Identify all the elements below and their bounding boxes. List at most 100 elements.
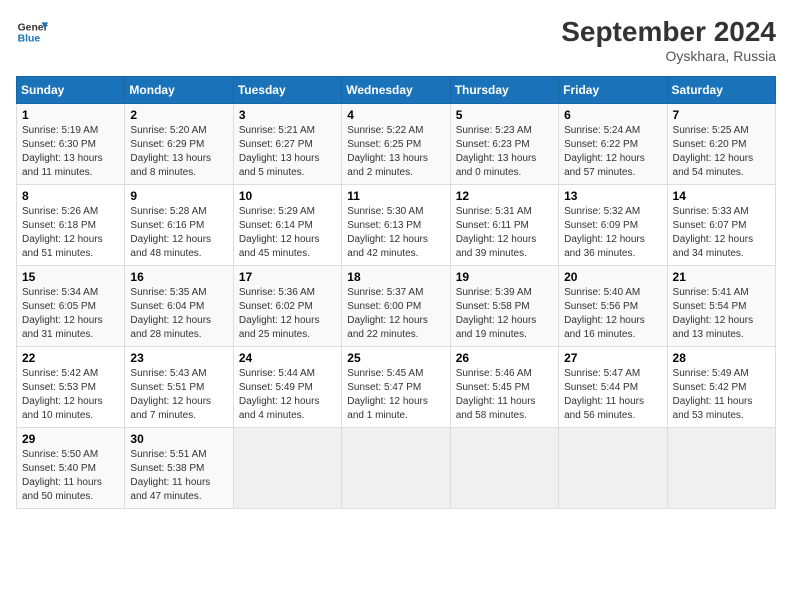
table-row: 19 Sunrise: 5:39 AMSunset: 5:58 PMDayligh… (450, 266, 558, 347)
day-number: 22 (22, 351, 119, 365)
table-row (233, 428, 341, 509)
day-info: Sunrise: 5:37 AMSunset: 6:00 PMDaylight:… (347, 286, 444, 342)
table-row: 22 Sunrise: 5:42 AMSunset: 5:53 PMDayligh… (17, 347, 125, 428)
day-info: Sunrise: 5:21 AMSunset: 6:27 PMDaylight:… (239, 124, 336, 180)
table-row: 14 Sunrise: 5:33 AMSunset: 6:07 PMDayligh… (667, 185, 775, 266)
day-number: 10 (239, 189, 336, 203)
day-number: 19 (456, 270, 553, 284)
table-row: 15Sunrise: 5:34 AMSunset: 6:05 PMDayligh… (17, 266, 125, 347)
page-header: General Blue September 2024 Oyskhara, Ru… (16, 16, 776, 64)
day-info: Sunrise: 5:41 AMSunset: 5:54 PMDaylight:… (673, 286, 770, 342)
day-number: 3 (239, 108, 336, 122)
table-row (342, 428, 450, 509)
day-number: 24 (239, 351, 336, 365)
day-number: 17 (239, 270, 336, 284)
day-info: Sunrise: 5:22 AMSunset: 6:25 PMDaylight:… (347, 124, 444, 180)
table-row: 21 Sunrise: 5:41 AMSunset: 5:54 PMDayligh… (667, 266, 775, 347)
day-number: 23 (130, 351, 227, 365)
day-info: Sunrise: 5:33 AMSunset: 6:07 PMDaylight:… (673, 205, 770, 261)
table-row: 13Sunrise: 5:32 AMSunset: 6:09 PMDayligh… (559, 185, 667, 266)
day-number: 16 (130, 270, 227, 284)
day-info: Sunrise: 5:43 AMSunset: 5:51 PMDaylight:… (130, 367, 227, 423)
table-row: 7 Sunrise: 5:25 AMSunset: 6:20 PMDaylight… (667, 104, 775, 185)
table-row: 26 Sunrise: 5:46 AMSunset: 5:45 PMDayligh… (450, 347, 558, 428)
table-row: 3 Sunrise: 5:21 AMSunset: 6:27 PMDaylight… (233, 104, 341, 185)
day-number: 26 (456, 351, 553, 365)
col-sunday: Sunday (17, 77, 125, 104)
calendar-table: Sunday Monday Tuesday Wednesday Thursday… (16, 76, 776, 509)
day-number: 28 (673, 351, 770, 365)
col-saturday: Saturday (667, 77, 775, 104)
day-number: 12 (456, 189, 553, 203)
day-number: 1 (22, 108, 119, 122)
day-info: Sunrise: 5:51 AMSunset: 5:38 PMDaylight:… (130, 448, 227, 504)
table-row: 9 Sunrise: 5:28 AMSunset: 6:16 PMDaylight… (125, 185, 233, 266)
table-row: 30 Sunrise: 5:51 AMSunset: 5:38 PMDayligh… (125, 428, 233, 509)
day-number: 8 (22, 189, 119, 203)
col-tuesday: Tuesday (233, 77, 341, 104)
col-friday: Friday (559, 77, 667, 104)
day-info: Sunrise: 5:35 AMSunset: 6:04 PMDaylight:… (130, 286, 227, 342)
table-row: 10 Sunrise: 5:29 AMSunset: 6:14 PMDayligh… (233, 185, 341, 266)
day-number: 5 (456, 108, 553, 122)
table-row: 16 Sunrise: 5:35 AMSunset: 6:04 PMDayligh… (125, 266, 233, 347)
table-row: 24 Sunrise: 5:44 AMSunset: 5:49 PMDayligh… (233, 347, 341, 428)
calendar-week-1: 1Sunrise: 5:19 AMSunset: 6:30 PMDaylight… (17, 104, 776, 185)
day-info: Sunrise: 5:49 AMSunset: 5:42 PMDaylight:… (673, 367, 770, 423)
table-row: 5Sunrise: 5:23 AMSunset: 6:23 PMDaylight… (450, 104, 558, 185)
day-info: Sunrise: 5:20 AMSunset: 6:29 PMDaylight:… (130, 124, 227, 180)
day-info: Sunrise: 5:47 AMSunset: 5:44 PMDaylight:… (564, 367, 661, 423)
table-row: 6 Sunrise: 5:24 AMSunset: 6:22 PMDaylight… (559, 104, 667, 185)
table-row: 29Sunrise: 5:50 AMSunset: 5:40 PMDayligh… (17, 428, 125, 509)
table-row (559, 428, 667, 509)
day-number: 29 (22, 432, 119, 446)
month-title: September 2024 (561, 16, 776, 48)
svg-text:Blue: Blue (18, 34, 41, 45)
table-row (667, 428, 775, 509)
day-number: 11 (347, 189, 444, 203)
day-info: Sunrise: 5:39 AMSunset: 5:58 PMDaylight:… (456, 286, 553, 342)
day-info: Sunrise: 5:36 AMSunset: 6:02 PMDaylight:… (239, 286, 336, 342)
col-wednesday: Wednesday (342, 77, 450, 104)
day-info: Sunrise: 5:34 AMSunset: 6:05 PMDaylight:… (22, 286, 119, 342)
day-info: Sunrise: 5:32 AMSunset: 6:09 PMDaylight:… (564, 205, 661, 261)
day-number: 4 (347, 108, 444, 122)
table-row (450, 428, 558, 509)
day-number: 21 (673, 270, 770, 284)
day-number: 6 (564, 108, 661, 122)
day-number: 20 (564, 270, 661, 284)
day-info: Sunrise: 5:40 AMSunset: 5:56 PMDaylight:… (564, 286, 661, 342)
logo-icon: General Blue (16, 16, 48, 48)
day-info: Sunrise: 5:26 AMSunset: 6:18 PMDaylight:… (22, 205, 119, 261)
day-info: Sunrise: 5:42 AMSunset: 5:53 PMDaylight:… (22, 367, 119, 423)
table-row: 12Sunrise: 5:31 AMSunset: 6:11 PMDayligh… (450, 185, 558, 266)
table-row: 11 Sunrise: 5:30 AMSunset: 6:13 PMDayligh… (342, 185, 450, 266)
day-info: Sunrise: 5:46 AMSunset: 5:45 PMDaylight:… (456, 367, 553, 423)
table-row: 17 Sunrise: 5:36 AMSunset: 6:02 PMDayligh… (233, 266, 341, 347)
day-info: Sunrise: 5:44 AMSunset: 5:49 PMDaylight:… (239, 367, 336, 423)
calendar-week-3: 15Sunrise: 5:34 AMSunset: 6:05 PMDayligh… (17, 266, 776, 347)
day-number: 18 (347, 270, 444, 284)
day-info: Sunrise: 5:30 AMSunset: 6:13 PMDaylight:… (347, 205, 444, 261)
col-thursday: Thursday (450, 77, 558, 104)
day-number: 9 (130, 189, 227, 203)
logo: General Blue (16, 16, 48, 48)
day-number: 7 (673, 108, 770, 122)
table-row: 1Sunrise: 5:19 AMSunset: 6:30 PMDaylight… (17, 104, 125, 185)
day-info: Sunrise: 5:28 AMSunset: 6:16 PMDaylight:… (130, 205, 227, 261)
day-info: Sunrise: 5:45 AMSunset: 5:47 PMDaylight:… (347, 367, 444, 423)
location-subtitle: Oyskhara, Russia (561, 48, 776, 64)
calendar-week-4: 22 Sunrise: 5:42 AMSunset: 5:53 PMDayligh… (17, 347, 776, 428)
table-row: 2Sunrise: 5:20 AMSunset: 6:29 PMDaylight… (125, 104, 233, 185)
table-row: 18 Sunrise: 5:37 AMSunset: 6:00 PMDayligh… (342, 266, 450, 347)
day-number: 30 (130, 432, 227, 446)
day-info: Sunrise: 5:29 AMSunset: 6:14 PMDaylight:… (239, 205, 336, 261)
table-row: 27 Sunrise: 5:47 AMSunset: 5:44 PMDayligh… (559, 347, 667, 428)
day-number: 27 (564, 351, 661, 365)
day-info: Sunrise: 5:25 AMSunset: 6:20 PMDaylight:… (673, 124, 770, 180)
day-info: Sunrise: 5:24 AMSunset: 6:22 PMDaylight:… (564, 124, 661, 180)
table-row: 25Sunrise: 5:45 AMSunset: 5:47 PMDayligh… (342, 347, 450, 428)
col-monday: Monday (125, 77, 233, 104)
calendar-week-5: 29Sunrise: 5:50 AMSunset: 5:40 PMDayligh… (17, 428, 776, 509)
day-number: 14 (673, 189, 770, 203)
